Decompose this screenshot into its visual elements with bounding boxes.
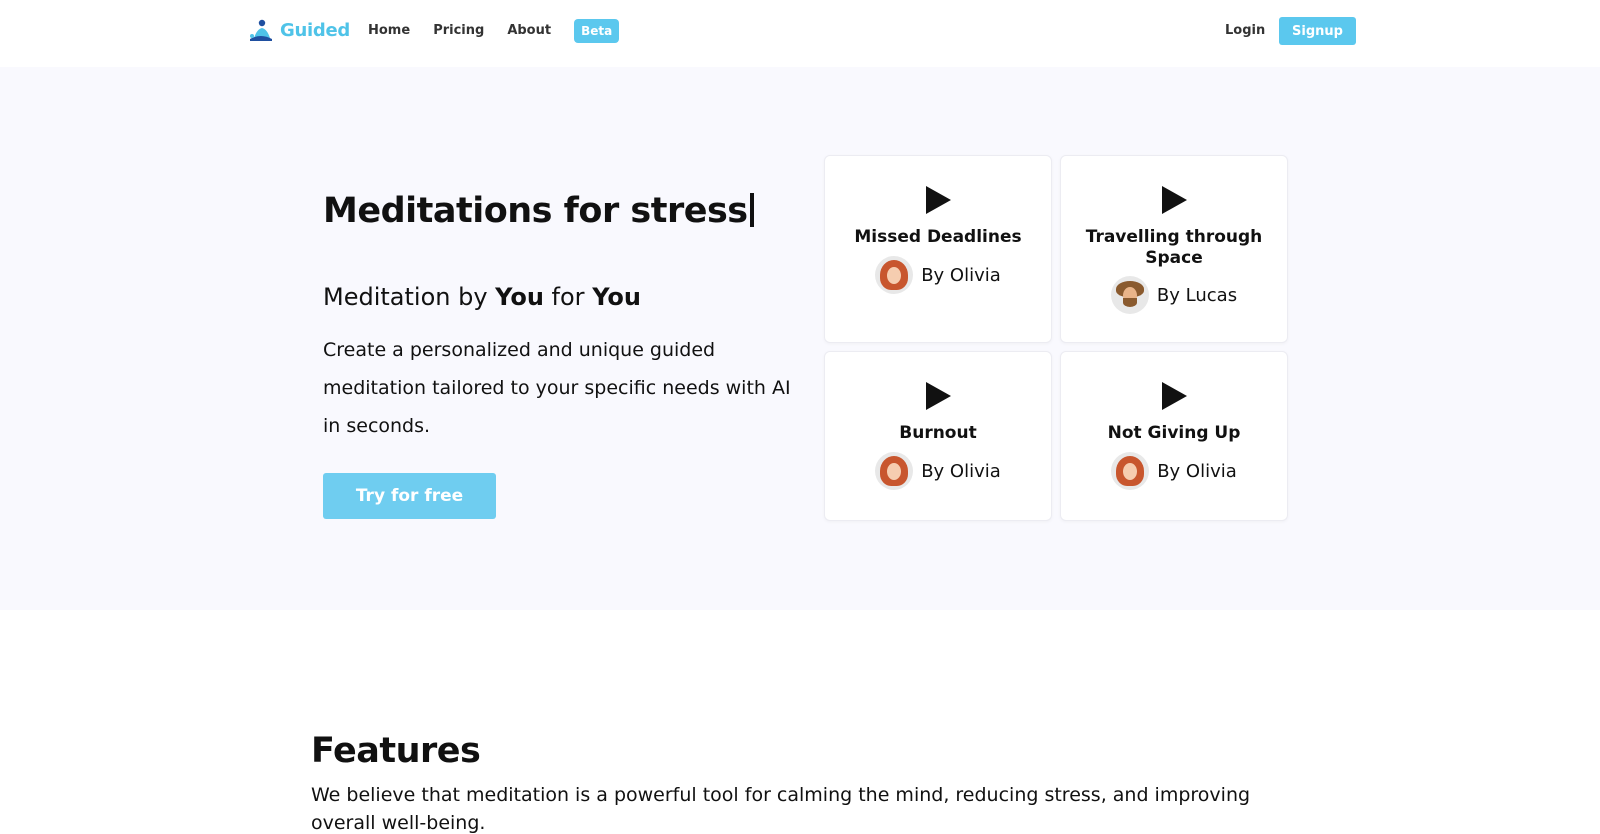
olivia-avatar — [1111, 452, 1150, 490]
meditation-cards: Missed Deadlines By Olivia Travelling th… — [824, 155, 1289, 521]
card-author: By Olivia — [1061, 452, 1287, 490]
olivia-avatar — [875, 452, 914, 490]
play-icon[interactable] — [1162, 186, 1187, 214]
hero-subtitle: Meditation by You for You — [323, 283, 641, 311]
hero-section: Meditations for stress Meditation by You… — [0, 67, 1600, 610]
subtitle-you-2: You — [592, 283, 641, 311]
play-icon[interactable] — [1162, 382, 1187, 410]
play-icon[interactable] — [926, 382, 951, 410]
beta-badge: Beta — [574, 19, 620, 43]
try-for-free-button[interactable]: Try for free — [323, 473, 496, 519]
meditation-card[interactable]: Not Giving Up By Olivia — [1060, 351, 1288, 521]
card-author: By Olivia — [825, 256, 1051, 294]
author-name: By Olivia — [1157, 460, 1237, 482]
subtitle-mid: for — [543, 283, 593, 311]
typing-cursor — [749, 193, 754, 227]
card-author: By Lucas — [1061, 276, 1287, 314]
card-title: Missed Deadlines — [854, 227, 1022, 247]
play-icon[interactable] — [926, 186, 951, 214]
nav-link-about[interactable]: About — [507, 19, 551, 43]
nav-link-pricing[interactable]: Pricing — [433, 19, 484, 43]
card-title: Travelling through Space — [1085, 227, 1263, 268]
hero-description: Create a personalized and unique guided … — [323, 339, 791, 437]
login-link[interactable]: Login — [1225, 19, 1265, 43]
subtitle-you-1: You — [495, 283, 544, 311]
meditation-card[interactable]: Travelling through Space By Lucas — [1060, 155, 1288, 343]
hero-title: Meditations for stress — [323, 191, 754, 231]
meditating-figure-icon — [250, 19, 272, 41]
author-name: By Olivia — [921, 264, 1001, 286]
meditation-card[interactable]: Missed Deadlines By Olivia — [824, 155, 1052, 343]
features-description: We believe that meditation is a powerful… — [311, 784, 1251, 834]
logo[interactable]: Guided — [248, 18, 350, 42]
lucas-avatar — [1110, 276, 1149, 314]
meditation-card[interactable]: Burnout By Olivia — [824, 351, 1052, 521]
features-title: Features — [311, 731, 481, 771]
card-title: Not Giving Up — [1107, 423, 1241, 443]
card-author: By Olivia — [825, 452, 1051, 490]
logo-text: Guided — [280, 19, 350, 41]
signup-button[interactable]: Signup — [1279, 17, 1356, 45]
author-name: By Lucas — [1156, 284, 1238, 306]
top-navbar: Guided Home Pricing About Beta Login Sig… — [0, 0, 1600, 67]
nav-link-home[interactable]: Home — [368, 19, 410, 43]
hero-title-text: Meditations for stress — [323, 191, 748, 231]
olivia-avatar — [875, 256, 914, 294]
subtitle-prefix: Meditation by — [323, 283, 496, 311]
card-title: Burnout — [899, 423, 977, 443]
author-name: By Olivia — [921, 460, 1001, 482]
nav-links: Home Pricing About Beta — [368, 19, 620, 43]
